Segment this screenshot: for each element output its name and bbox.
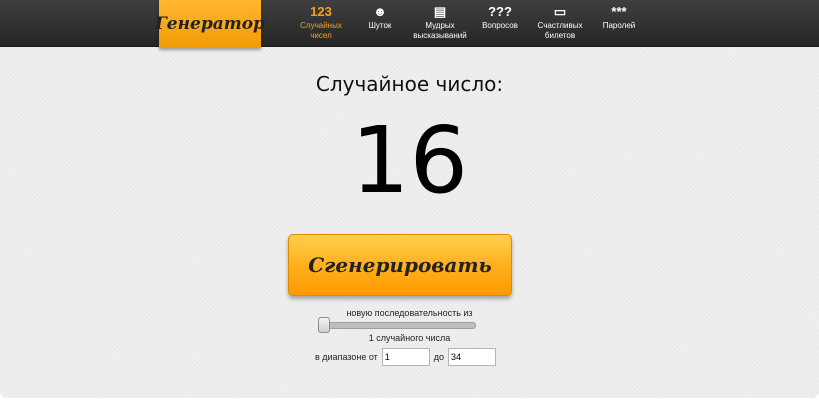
- nav-item-jokes[interactable]: ☻ Шуток: [363, 4, 397, 31]
- nav-item-quotes[interactable]: ▤ Мудрых высказываний: [412, 4, 468, 41]
- result-title: Случайное число:: [315, 72, 504, 96]
- nav-item-passwords[interactable]: *** Паролей: [599, 4, 639, 31]
- asterisks-icon: ***: [611, 4, 627, 19]
- numbers-123-icon: 123: [310, 4, 332, 19]
- ticket-icon: ▭: [553, 4, 567, 19]
- range-to-input[interactable]: [448, 347, 497, 366]
- count-text: 1 случайного числа: [368, 333, 451, 343]
- nav-item-label: Случайных чисел: [300, 21, 342, 40]
- top-navigation-bar: 123 Случайных чисел ☻ Шуток ▤ Мудрых выска…: [0, 0, 819, 47]
- random-number-result: 16: [350, 107, 469, 214]
- nav-item-random-numbers[interactable]: 123 Случайных чисел: [300, 4, 342, 41]
- site-logo[interactable]: Генератор: [155, 0, 265, 48]
- range-row: в диапазоне от до: [315, 347, 500, 366]
- range-to-label: до: [433, 351, 445, 362]
- page: 123 Случайных чисел ☻ Шуток ▤ Мудрых выска…: [0, 0, 819, 398]
- document-icon: ▤: [433, 4, 447, 19]
- range-from-input[interactable]: [381, 347, 430, 366]
- nav-item-label: Шуток: [368, 21, 392, 30]
- nav-item-label: Вопросов: [482, 21, 518, 30]
- generate-button[interactable]: Сгенерировать: [288, 234, 512, 296]
- count-slider-handle[interactable]: [318, 317, 330, 333]
- nav-item-questions[interactable]: ??? Вопросов: [481, 4, 519, 31]
- question-marks-icon: ???: [488, 4, 512, 19]
- count-slider-track[interactable]: [320, 322, 476, 329]
- nav-item-lucky-tickets[interactable]: ▭ Счастливых билетов: [536, 4, 584, 41]
- range-from-label: в диапазоне от: [315, 351, 378, 362]
- nav-item-label: Счастливых билетов: [537, 21, 583, 40]
- sequence-label: новую последовательность из: [346, 308, 473, 318]
- smiley-icon: ☻: [373, 4, 387, 19]
- nav-item-label: Мудрых высказываний: [413, 21, 467, 40]
- nav-item-label: Паролей: [602, 21, 636, 30]
